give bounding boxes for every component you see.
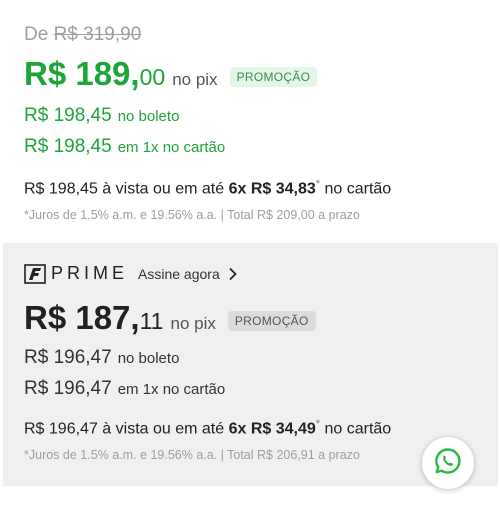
old-price-value: R$ 319,90 [53, 24, 142, 45]
prime-pix-price-row: R$ 187,11 no pix PROMOÇÃO [24, 299, 316, 337]
prime-card-1x-label: em 1x no cartão [117, 381, 226, 398]
card-1x-price: R$ 198,45 [24, 136, 112, 157]
pix-price-main: R$ 189, [24, 55, 140, 92]
prime-promo-badge: PROMOÇÃO [227, 311, 316, 331]
prime-installments-middle: à vista ou em até [97, 420, 229, 438]
prime-boleto-label: no boleto [117, 350, 180, 367]
prime-card-1x-price: R$ 196,47 [24, 378, 112, 399]
old-price: De R$ 319,90 [24, 24, 141, 46]
boleto-price: R$ 198,45 [24, 105, 112, 126]
pix-label: no pix [172, 70, 218, 89]
prime-logo-icon [24, 263, 46, 284]
prime-pix-price-main: R$ 187, [24, 299, 140, 336]
standard-pricing: De R$ 319,90 R$ 189,00 no pix PROMOÇÃO R… [0, 0, 500, 240]
whatsapp-button[interactable] [422, 437, 474, 489]
subscribe-link[interactable]: Assine agora [138, 266, 220, 282]
chevron-right-icon[interactable] [228, 267, 238, 281]
prime-boleto-price: R$ 196,47 [24, 347, 112, 368]
promo-badge: PROMOÇÃO [229, 67, 318, 87]
pix-price-cents: 00 [139, 64, 166, 90]
installments-plan: 6x R$ 34,83 [228, 180, 316, 198]
prime-header[interactable]: PRIME Assine agora [24, 263, 238, 284]
prime-boleto-price-row: R$ 196,47 no boleto [24, 347, 179, 369]
prime-pix-label: no pix [170, 314, 216, 333]
prime-installments-suffix: no cartão [320, 420, 392, 438]
prime-installments-plan: 6x R$ 34,49 [228, 420, 316, 438]
prime-interest-note: *Juros de 1.5% a.m. e 19.56% a.a. | Tota… [24, 448, 360, 462]
prime-pricing: PRIME Assine agora R$ 187,11 no pix PROM… [3, 243, 498, 486]
boleto-label: no boleto [117, 108, 180, 125]
interest-note: *Juros de 1.5% a.m. e 19.56% a.a. | Tota… [24, 208, 360, 222]
installments-suffix: no cartão [320, 180, 392, 198]
pix-price: R$ 189,00 [24, 55, 165, 93]
boleto-price-row: R$ 198,45 no boleto [24, 105, 179, 127]
installments-text: R$ 198,45 à vista ou em até 6x R$ 34,83*… [24, 178, 391, 198]
installments-middle: à vista ou em até [97, 180, 229, 198]
card-1x-label: em 1x no cartão [117, 139, 226, 156]
old-price-prefix: De [24, 24, 49, 45]
prime-pix-price: R$ 187,11 [24, 299, 163, 337]
whatsapp-icon [433, 446, 463, 481]
installments-cash-price: R$ 198,45 [24, 180, 98, 198]
prime-card-1x-price-row: R$ 196,47 em 1x no cartão [24, 378, 225, 400]
card-1x-price-row: R$ 198,45 em 1x no cartão [24, 136, 225, 158]
prime-installments-cash-price: R$ 196,47 [24, 420, 98, 438]
prime-pix-price-cents: 11 [139, 308, 164, 334]
prime-installments-text: R$ 196,47 à vista ou em até 6x R$ 34,49*… [24, 418, 391, 438]
prime-brand: PRIME [51, 263, 129, 283]
pix-price-row: R$ 189,00 no pix PROMOÇÃO [24, 55, 318, 93]
